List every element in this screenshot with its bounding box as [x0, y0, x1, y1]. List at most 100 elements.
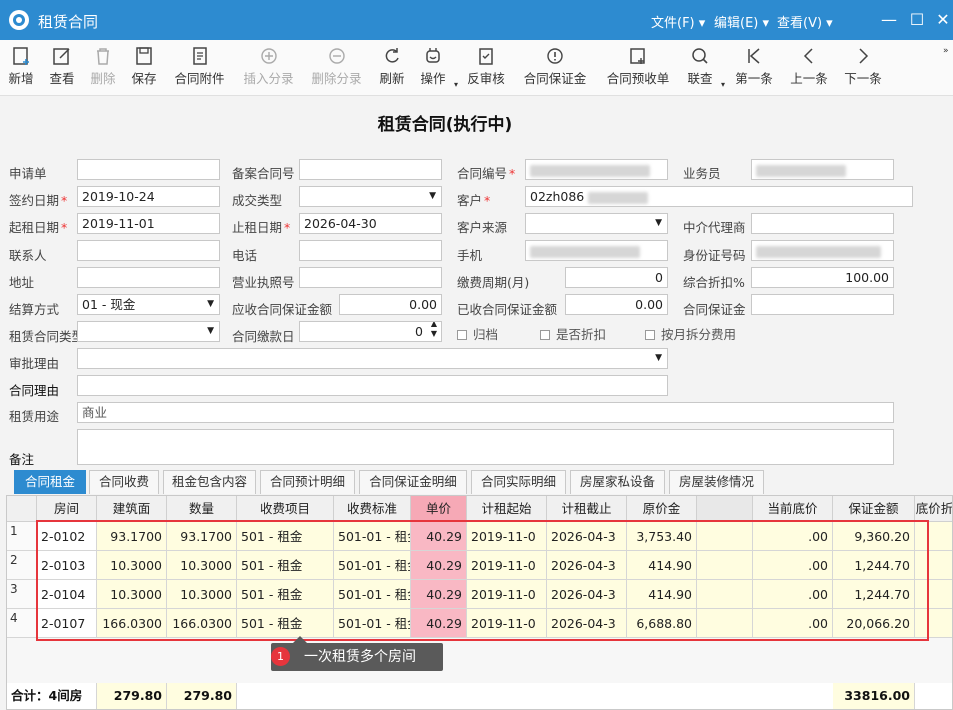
- cell-collapsed[interactable]: [915, 580, 952, 609]
- cell-area[interactable]: 166.0300: [97, 609, 167, 638]
- cell-collapsed[interactable]: [915, 609, 952, 638]
- pay-cycle-field[interactable]: 0: [565, 267, 668, 288]
- next-record-button[interactable]: 下一条: [842, 46, 884, 87]
- tab-decoration[interactable]: 房屋装修情况: [669, 470, 764, 494]
- cell-room[interactable]: 2-0102: [37, 522, 97, 551]
- cell-price[interactable]: 40.29: [411, 522, 467, 551]
- contract-deposit-button[interactable]: 合同保证金: [522, 46, 588, 87]
- cell-collapsed[interactable]: [915, 522, 952, 551]
- col-original-amount[interactable]: 原价金: [627, 496, 697, 522]
- delete-entry-button[interactable]: 删除分录: [309, 46, 364, 87]
- row-number[interactable]: 4: [7, 609, 37, 638]
- cell-start[interactable]: 2019-11-0: [467, 609, 547, 638]
- settlement-select[interactable]: 01 - 现金 ▼: [77, 294, 220, 315]
- view-button[interactable]: 查看: [47, 46, 77, 87]
- cell-std[interactable]: 501-01 - 租金: [334, 609, 411, 638]
- agent-field[interactable]: [751, 213, 894, 234]
- col-charge-std[interactable]: 收费标准: [334, 496, 411, 522]
- contact-field[interactable]: [77, 240, 220, 261]
- tab-deposit-details[interactable]: 合同保证金明细: [359, 470, 467, 494]
- contract-no-field[interactable]: [525, 159, 668, 180]
- customer-field[interactable]: 02zh086: [525, 186, 913, 207]
- remarks-field[interactable]: [77, 429, 894, 465]
- col-collapsed-group[interactable]: [697, 496, 753, 522]
- cell-qty[interactable]: 93.1700: [167, 522, 237, 551]
- refresh-button[interactable]: 刷新: [377, 46, 407, 87]
- cell-start[interactable]: 2019-11-0: [467, 522, 547, 551]
- cell-item[interactable]: 501 - 租金: [237, 609, 334, 638]
- cell-orig[interactable]: 3,753.40: [627, 522, 697, 551]
- tab-contract-charges[interactable]: 合同收费: [89, 470, 159, 494]
- col-qty[interactable]: 数量: [167, 496, 237, 522]
- cell-room[interactable]: 2-0104: [37, 580, 97, 609]
- deposit-due-field[interactable]: 0.00: [339, 294, 442, 315]
- archive-checkbox[interactable]: 归档: [457, 324, 498, 343]
- cell-collapsed[interactable]: [915, 551, 952, 580]
- cell-qty[interactable]: 10.3000: [167, 580, 237, 609]
- salesman-field[interactable]: [751, 159, 894, 180]
- row-number[interactable]: 3: [7, 580, 37, 609]
- delete-button[interactable]: 删除: [88, 46, 118, 87]
- row-number[interactable]: 2: [7, 551, 37, 580]
- start-date-field[interactable]: 2019-11-01: [77, 213, 220, 234]
- cell-deposit[interactable]: 1,244.70: [833, 580, 915, 609]
- cell-collapsed[interactable]: [697, 580, 753, 609]
- discount-field[interactable]: 100.00: [751, 267, 894, 288]
- col-current-base[interactable]: 当前底价: [753, 496, 833, 522]
- contract-reason-field[interactable]: [77, 375, 668, 396]
- end-date-field[interactable]: 2026-04-30: [299, 213, 442, 234]
- col-charge-item[interactable]: 收费项目: [237, 496, 334, 522]
- mobile-field[interactable]: [525, 240, 668, 261]
- contract-deposit-field[interactable]: [751, 294, 894, 315]
- deposit-received-field[interactable]: 0.00: [565, 294, 668, 315]
- lease-type-select[interactable]: ▼: [77, 321, 220, 342]
- split-monthly-checkbox[interactable]: 按月拆分费用: [645, 324, 736, 343]
- tab-rent-includes[interactable]: 租金包含内容: [163, 470, 256, 494]
- cell-start[interactable]: 2019-11-0: [467, 580, 547, 609]
- cell-base[interactable]: .00: [753, 580, 833, 609]
- cell-collapsed[interactable]: [697, 609, 753, 638]
- purpose-field[interactable]: 商业: [77, 402, 894, 423]
- tab-expected-details[interactable]: 合同预计明细: [260, 470, 355, 494]
- col-deposit-amount[interactable]: 保证金额: [833, 496, 915, 522]
- filing-no-field[interactable]: [299, 159, 442, 180]
- pay-day-stepper[interactable]: 0 ▲ ▼: [299, 321, 442, 342]
- application-field[interactable]: [77, 159, 220, 180]
- cell-start[interactable]: 2019-11-0: [467, 551, 547, 580]
- cell-deposit[interactable]: 9,360.20: [833, 522, 915, 551]
- cell-end[interactable]: 2026-04-3: [547, 522, 627, 551]
- minimize-button[interactable]: —: [879, 10, 899, 29]
- menu-file[interactable]: 文件(F) ▾: [651, 12, 705, 31]
- sign-date-field[interactable]: 2019-10-24: [77, 186, 220, 207]
- contract-attachment-button[interactable]: 合同附件: [172, 46, 227, 87]
- col-rent-start[interactable]: 计租起始: [467, 496, 547, 522]
- menu-edit[interactable]: 编辑(E) ▾: [714, 12, 769, 31]
- col-rent-end[interactable]: 计租截止: [547, 496, 627, 522]
- first-record-button[interactable]: 第一条: [733, 46, 775, 87]
- tab-actual-details[interactable]: 合同实际明细: [471, 470, 566, 494]
- cell-std[interactable]: 501-01 - 租金: [334, 580, 411, 609]
- cell-collapsed[interactable]: [697, 522, 753, 551]
- spinner-arrows-icon[interactable]: ▲ ▼: [431, 322, 437, 339]
- cell-orig[interactable]: 414.90: [627, 580, 697, 609]
- unapprove-button[interactable]: 反审核: [466, 46, 506, 87]
- tab-furniture[interactable]: 房屋家私设备: [570, 470, 665, 494]
- phone-field[interactable]: [299, 240, 442, 261]
- cell-room[interactable]: 2-0107: [37, 609, 97, 638]
- cell-area[interactable]: 10.3000: [97, 551, 167, 580]
- cell-collapsed[interactable]: [697, 551, 753, 580]
- cell-std[interactable]: 501-01 - 租金: [334, 551, 411, 580]
- maximize-button[interactable]: ☐: [907, 10, 927, 29]
- row-number[interactable]: 1: [7, 522, 37, 551]
- new-button[interactable]: 新增: [6, 46, 36, 87]
- cell-base[interactable]: .00: [753, 551, 833, 580]
- query-button[interactable]: 联查 ▾: [685, 46, 725, 89]
- insert-entry-button[interactable]: 插入分录: [241, 46, 296, 87]
- toolbar-overflow-icon[interactable]: »: [943, 46, 949, 56]
- col-unit-price[interactable]: 单价: [411, 496, 467, 522]
- save-button[interactable]: 保存: [129, 46, 159, 87]
- menu-view[interactable]: 查看(V) ▾: [777, 12, 833, 31]
- cell-item[interactable]: 501 - 租金: [237, 522, 334, 551]
- tab-contract-rent[interactable]: 合同租金: [14, 470, 86, 494]
- col-area[interactable]: 建筑面: [97, 496, 167, 522]
